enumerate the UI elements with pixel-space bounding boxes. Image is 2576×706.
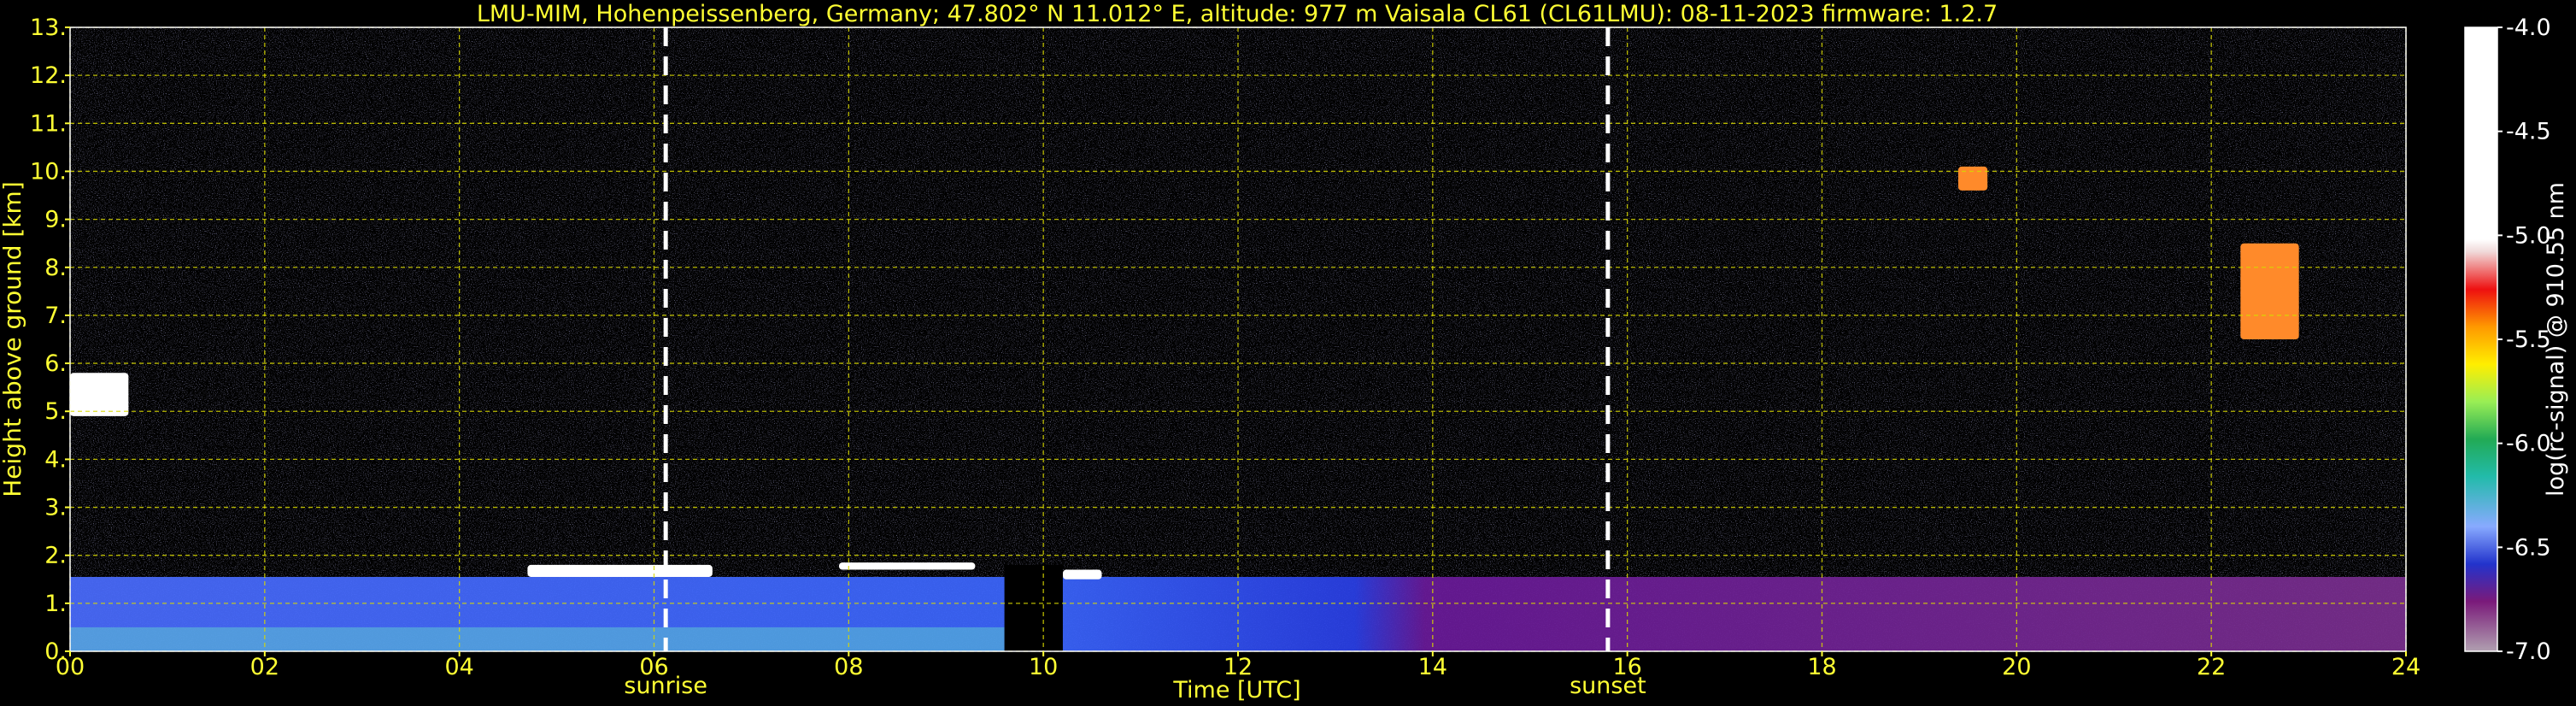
x-tick-label: 14 [1418,654,1447,680]
colorbar-tick-label: -4.5 [2506,119,2551,145]
x-tick-label: 20 [2002,654,2031,680]
y-tick-label: 8. [44,255,67,281]
x-tick-label: 16 [1612,654,1641,680]
x-tick-label: 04 [444,654,473,680]
y-tick-label: 12. [30,62,67,89]
y-tick-label: 10. [30,158,67,185]
cirrus-feature [2240,243,2299,339]
boundary-layer-base [70,627,1005,651]
y-tick-label: 13. [30,15,67,41]
y-tick-label: 11. [30,110,67,137]
y-tick-label: 5. [44,398,67,425]
y-tick-label: 0. [44,638,67,665]
cloud-feature [527,564,713,577]
cloud-feature [1062,569,1102,580]
chart-title: LMU-MIM, Hohenpeissenberg, Germany; 47.8… [477,1,1998,27]
cloud-feature [838,562,976,570]
y-tick-label: 2. [44,543,67,569]
colorbar-tick-label: -7.0 [2506,638,2551,665]
colorbar-tick-label: -4.0 [2506,15,2551,41]
y-tick-label: 7. [44,303,67,329]
y-axis-label: Height above ground [km] [0,181,26,497]
y-tick-label: 3. [44,495,67,521]
colorbar-gradient [2465,27,2497,651]
cloud-feature [70,373,129,416]
x-tick-label: 24 [2391,654,2421,680]
y-tick-label: 9. [44,207,67,233]
x-tick-label: 06 [639,654,668,680]
cirrus-feature [1957,166,1988,191]
colorbar-label: log(rc-signal) @ 910.55 nm [2543,182,2569,497]
x-tick-label: 02 [250,654,279,680]
x-axis-label: Time [UTC] [1172,677,1300,703]
y-tick-label: 1. [44,591,67,617]
data-gap [1004,564,1063,651]
ceilometer-chart: sunrise sunset00 02 04 06 08 10 12 14 16 18 20 22 240… [0,1,2569,703]
x-tick-label: 08 [834,654,863,680]
y-tick-label: 6. [44,350,67,377]
x-tick-label: 10 [1029,654,1058,680]
y-tick-label: 4. [44,446,67,473]
x-tick-label: 22 [2197,654,2226,680]
x-tick-label: 18 [1807,654,1836,680]
colorbar-tick-label: -6.5 [2506,534,2551,561]
